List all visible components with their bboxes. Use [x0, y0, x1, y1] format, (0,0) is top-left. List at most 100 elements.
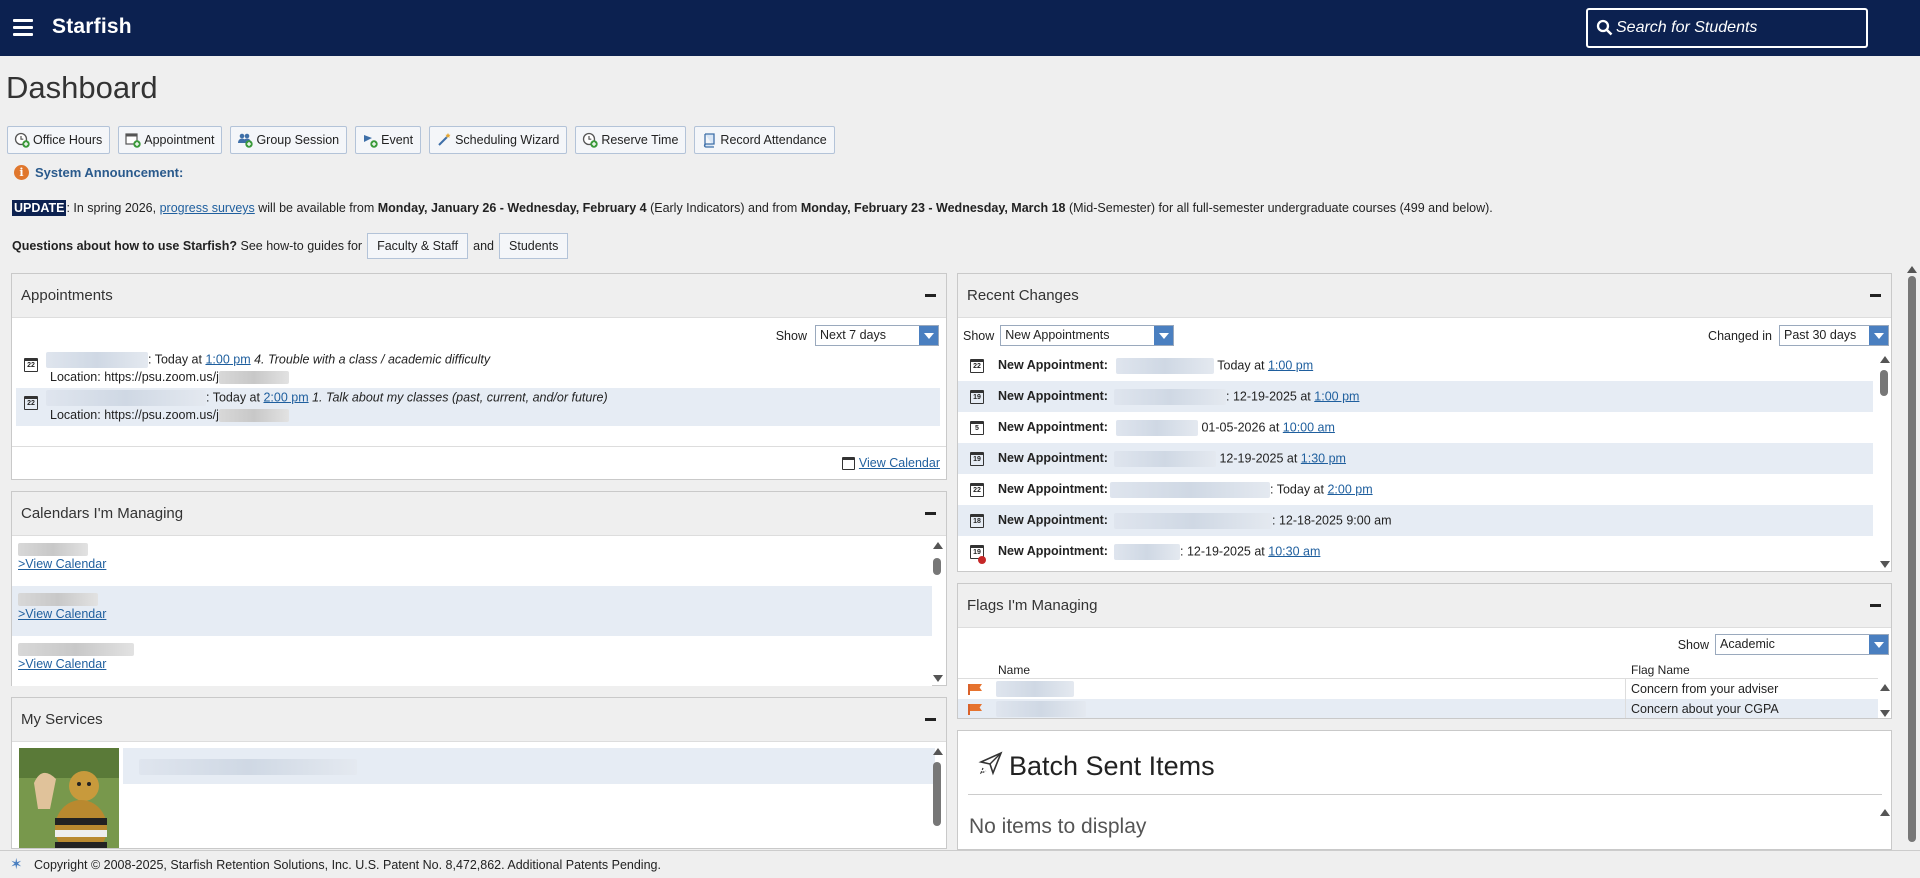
reserve-time-button[interactable]: Reserve Time — [575, 126, 687, 154]
scroll-up-icon[interactable] — [1880, 809, 1890, 816]
services-title: My Services — [21, 711, 103, 728]
redacted-link — [218, 409, 289, 423]
scroll-down-icon[interactable] — [933, 675, 943, 682]
scroll-down-icon[interactable] — [1880, 710, 1890, 717]
batch-scrollbar[interactable] — [1878, 807, 1890, 847]
redacted-name — [1114, 513, 1272, 529]
view-calendar-link[interactable]: >View Calendar — [18, 607, 106, 621]
faculty-staff-guide-button[interactable]: Faculty & Staff — [367, 233, 469, 259]
office-hours-button[interactable]: Office Hours — [7, 126, 111, 154]
flags-type-select[interactable]: Academic — [1715, 634, 1889, 655]
recent-change-row[interactable]: 18 New Appointment: : 12-18-2025 9:00 am — [958, 505, 1873, 536]
recent-change-row[interactable]: 19 New Appointment: : 12-19-2025 at 1:00… — [958, 381, 1873, 412]
appointment-time-link[interactable]: 2:00 pm — [263, 390, 308, 404]
view-calendar-link[interactable]: >View Calendar — [18, 557, 106, 571]
update-text: (Mid-Semester) for all full-semester und… — [1065, 201, 1493, 215]
redacted-name — [18, 543, 88, 556]
student-search[interactable] — [1586, 8, 1868, 48]
calendar-icon: 22 — [970, 483, 984, 497]
appointments-range-value: Next 7 days — [820, 328, 887, 342]
change-time-link[interactable]: 2:00 pm — [1327, 482, 1372, 496]
show-label: Show — [775, 328, 807, 343]
scroll-up-icon[interactable] — [933, 542, 943, 549]
calendars-scrollbar[interactable] — [931, 540, 943, 684]
collapse-icon[interactable] — [925, 512, 936, 515]
scroll-down-icon[interactable] — [1880, 561, 1890, 568]
column-divider — [1625, 699, 1626, 718]
office-hours-label: Office Hours — [33, 133, 103, 147]
change-label: New Appointment: — [998, 482, 1108, 496]
scroll-thumb[interactable] — [1880, 370, 1888, 396]
scroll-up-icon[interactable] — [1880, 684, 1890, 691]
appointment-row[interactable]: 22 : Today at 1:00 pm 4. Trouble with a … — [16, 350, 940, 388]
changed-in-label: Changed in — [1708, 328, 1772, 343]
search-input[interactable] — [1616, 14, 1856, 42]
recent-change-row[interactable]: 19 New Appointment: : 12-19-2025 at 10:3… — [958, 536, 1873, 567]
recent-change-row[interactable]: 19 New Appointment: 12-19-2025 at 1:30 p… — [958, 443, 1873, 474]
divider — [12, 446, 946, 447]
change-time-link[interactable]: 10:00 am — [1283, 420, 1335, 434]
scroll-thumb[interactable] — [933, 762, 941, 826]
appointments-range-select[interactable]: Next 7 days — [815, 325, 939, 346]
recent-type-select[interactable]: New Appointments — [1000, 325, 1175, 346]
scroll-up-icon[interactable] — [1907, 266, 1917, 273]
group-add-icon — [238, 133, 254, 148]
collapse-icon[interactable] — [925, 294, 936, 297]
calendars-title: Calendars I'm Managing — [21, 505, 184, 522]
calendar-icon: 22 — [24, 396, 38, 410]
service-row[interactable] — [123, 748, 935, 784]
redacted-name — [18, 593, 98, 606]
menu-icon[interactable] — [13, 19, 33, 36]
appointment-button[interactable]: Appointment — [118, 126, 223, 154]
recent-change-row[interactable]: 5 New Appointment: 01-05-2026 at 10:00 a… — [958, 412, 1873, 443]
flag-name: Concern about your CGPA — [1631, 702, 1779, 716]
recent-change-row[interactable]: 22 New Appointment: Today at 1:00 pm — [958, 350, 1873, 381]
group-session-button[interactable]: Group Session — [230, 126, 348, 154]
change-time-link[interactable]: 10:30 am — [1268, 544, 1320, 558]
recent-changes-scrollbar[interactable] — [1878, 354, 1890, 570]
collapse-icon[interactable] — [1870, 604, 1881, 607]
scroll-up-icon[interactable] — [1880, 356, 1890, 363]
flag-row[interactable]: Concern about your CGPA — [958, 699, 1878, 718]
recent-range-value: Past 30 days — [1784, 328, 1857, 342]
system-announcement: i System Announcement: — [14, 165, 183, 180]
scroll-thumb[interactable] — [933, 558, 941, 575]
scroll-thumb[interactable] — [1908, 276, 1916, 842]
reserve-time-label: Reserve Time — [601, 133, 679, 147]
collapse-icon[interactable] — [925, 718, 936, 721]
howto-question: Questions about how to use Starfish? — [12, 239, 238, 253]
view-calendar-link[interactable]: >View Calendar — [18, 657, 106, 671]
scheduling-wizard-button[interactable]: Scheduling Wizard — [429, 126, 568, 154]
howto-guides: Questions about how to use Starfish? See… — [12, 233, 573, 259]
redacted-name — [46, 390, 206, 406]
appointment-row[interactable]: 22 : Today at 2:00 pm 1. Talk about my c… — [16, 388, 940, 426]
scroll-up-icon[interactable] — [933, 748, 943, 755]
progress-surveys-link[interactable]: progress surveys — [160, 201, 255, 215]
app-brand[interactable]: Starfish — [52, 15, 132, 39]
recent-change-row[interactable]: 22 New Appointment: : Today at 2:00 pm — [958, 474, 1873, 505]
appointment-when: : Today at — [206, 390, 264, 405]
record-attendance-button[interactable]: Record Attendance — [694, 126, 835, 154]
services-scrollbar[interactable] — [931, 746, 943, 848]
service-image — [19, 748, 119, 848]
chevron-down-icon — [1154, 326, 1174, 345]
chevron-down-icon — [1869, 326, 1888, 345]
event-label: Event — [381, 133, 414, 147]
page-scrollbar[interactable] — [1905, 264, 1918, 846]
view-calendar-link[interactable]: View Calendar — [859, 456, 940, 470]
collapse-icon[interactable] — [1870, 294, 1881, 297]
change-time-link[interactable]: 1:00 pm — [1314, 389, 1359, 403]
event-button[interactable]: Event — [355, 126, 422, 154]
students-guide-button[interactable]: Students — [499, 233, 569, 259]
show-label: Show — [1677, 637, 1709, 652]
col-header-name[interactable]: Name — [998, 663, 1030, 677]
redacted-name — [1116, 420, 1198, 436]
change-time-link[interactable]: 1:30 pm — [1301, 451, 1346, 465]
flag-row[interactable]: Concern from your adviser — [958, 678, 1878, 700]
flags-scrollbar[interactable] — [1878, 682, 1890, 718]
col-header-flag[interactable]: Flag Name — [1631, 663, 1690, 677]
appointment-time-link[interactable]: 1:00 pm — [205, 352, 250, 366]
change-time-link[interactable]: 1:00 pm — [1268, 358, 1313, 372]
update-dates-mid: Monday, February 23 - Wednesday, March 1… — [800, 201, 1066, 215]
recent-range-select[interactable]: Past 30 days — [1779, 325, 1889, 346]
